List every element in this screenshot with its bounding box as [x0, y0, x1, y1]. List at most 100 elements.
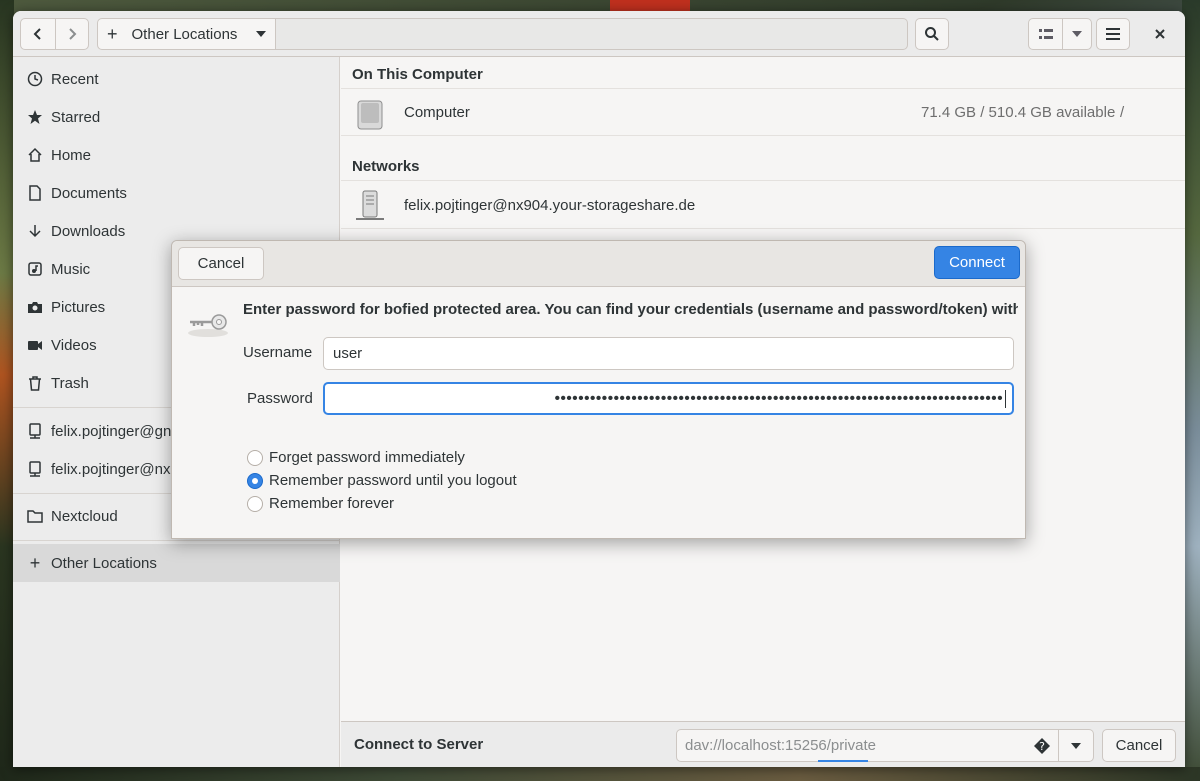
- sidebar-item-label: Other Locations: [51, 554, 157, 572]
- clock-icon: [27, 71, 43, 87]
- folder-icon: [27, 508, 43, 524]
- server-address-input[interactable]: dav://localhost:15256/private ?: [676, 729, 1059, 762]
- password-field[interactable]: ••••••••••••••••••••••••••••••••••••••••…: [323, 382, 1014, 415]
- option-label: Remember password until you logout: [269, 472, 517, 489]
- computer-row[interactable]: Computer 71.4 GB / 510.4 GB available /: [341, 92, 1185, 136]
- view-options-button[interactable]: [1062, 18, 1092, 50]
- trash-icon: [27, 375, 43, 391]
- svg-text:?: ?: [1039, 740, 1045, 753]
- plus-icon: +: [107, 24, 118, 44]
- section-title-networks: Networks: [352, 158, 420, 175]
- computer-name: Computer: [404, 104, 470, 121]
- username-field[interactable]: user: [323, 337, 1014, 370]
- close-button[interactable]: [1144, 18, 1176, 50]
- section-title-on-this-computer: On This Computer: [352, 66, 483, 83]
- list-view-icon: [1038, 29, 1053, 39]
- sidebar-item-label: Trash: [51, 374, 89, 392]
- chevron-down-icon: [256, 31, 266, 37]
- connect-to-server-bar: Connect to Server dav://localhost:15256/…: [341, 721, 1185, 767]
- input-underline: [818, 760, 868, 762]
- sidebar-item-label: felix.pojtinger@gn: [51, 422, 172, 440]
- key-icon: [188, 314, 228, 337]
- dialog-header: Cancel Connect: [172, 241, 1025, 287]
- radio-button-selected[interactable]: [247, 472, 263, 489]
- server-address-placeholder: dav://localhost:15256/private: [685, 737, 876, 754]
- forget-immediately-option[interactable]: Forget password immediately: [247, 449, 465, 466]
- desktop-wallpaper-left: [0, 0, 14, 781]
- dialog-message: Enter password for bofied protected area…: [243, 301, 1018, 318]
- server-history-dropdown[interactable]: [1059, 729, 1094, 762]
- remember-forever-option[interactable]: Remember forever: [247, 495, 394, 512]
- sidebar-item-label: Recent: [51, 70, 99, 88]
- sidebar-item-label: Pictures: [51, 298, 106, 316]
- radio-button[interactable]: [247, 495, 263, 512]
- download-icon: [27, 223, 43, 239]
- location-label: Other Locations: [131, 25, 238, 43]
- network-server-icon: [356, 190, 384, 220]
- password-value: ••••••••••••••••••••••••••••••••••••••••…: [554, 389, 1003, 407]
- path-bar[interactable]: [276, 18, 908, 50]
- cancel-connect-button[interactable]: Cancel: [1102, 729, 1176, 762]
- text-cursor: [1005, 389, 1006, 408]
- password-dialog: Cancel Connect Enter password for bofied…: [171, 240, 1026, 539]
- divider: [341, 88, 1185, 89]
- sidebar-item-starred[interactable]: Starred: [13, 98, 340, 136]
- hamburger-menu-icon: [1106, 28, 1120, 40]
- sidebar-item-other-locations[interactable]: + Other Locations: [13, 544, 340, 582]
- chevron-down-icon: [1071, 742, 1081, 749]
- sidebar-separator: [13, 540, 340, 541]
- help-icon[interactable]: ?: [1034, 737, 1050, 754]
- cancel-label: Cancel: [1115, 737, 1163, 754]
- main-menu-button[interactable]: [1096, 18, 1130, 50]
- password-label: Password: [247, 390, 313, 407]
- radio-button[interactable]: [247, 449, 263, 466]
- location-button[interactable]: + Other Locations: [97, 18, 276, 50]
- search-button[interactable]: [915, 18, 949, 50]
- sidebar-item-label: Home: [51, 146, 92, 164]
- network-row[interactable]: felix.pojtinger@nx904.your-storageshare.…: [341, 185, 1185, 229]
- sidebar-item-label: Music: [51, 260, 91, 278]
- video-icon: [27, 337, 43, 353]
- forward-button[interactable]: [55, 18, 89, 50]
- search-icon: [925, 27, 939, 41]
- sidebar-item-label: Nextcloud: [51, 507, 118, 525]
- divider: [341, 180, 1185, 181]
- remember-until-logout-option[interactable]: Remember password until you logout: [247, 472, 517, 489]
- view-mode-button[interactable]: [1028, 18, 1063, 50]
- music-icon: [27, 261, 43, 277]
- camera-icon: [27, 299, 43, 315]
- network-entry-name: felix.pojtinger@nx904.your-storageshare.…: [404, 197, 696, 214]
- connect-label: Connect: [949, 254, 1005, 271]
- document-icon: [27, 185, 43, 201]
- header-bar: + Other Locations: [13, 11, 1185, 57]
- star-icon: [27, 109, 43, 125]
- username-value: user: [333, 345, 363, 362]
- sidebar-item-label: Starred: [51, 108, 101, 126]
- chevron-right-icon: [69, 28, 77, 40]
- sidebar-item-label: Documents: [51, 184, 127, 202]
- desktop-wallpaper-bottom: [0, 767, 1200, 781]
- sidebar-item-label: Videos: [51, 336, 97, 354]
- plus-icon: +: [29, 552, 41, 573]
- home-icon: [27, 147, 43, 163]
- sidebar-item-documents[interactable]: Documents: [13, 174, 340, 212]
- connect-button[interactable]: Connect: [934, 246, 1020, 279]
- drive-icon: [357, 100, 383, 130]
- dialog-cancel-button[interactable]: Cancel: [178, 247, 264, 280]
- sidebar-item-home[interactable]: Home: [13, 136, 340, 174]
- sidebar-item-recent[interactable]: Recent: [13, 60, 340, 98]
- cancel-label: Cancel: [197, 255, 245, 272]
- chevron-down-icon: [1072, 31, 1082, 37]
- computer-mount: /: [1120, 104, 1125, 121]
- option-label: Forget password immediately: [269, 449, 465, 466]
- back-button[interactable]: [20, 18, 56, 50]
- connect-to-server-label: Connect to Server: [354, 736, 484, 753]
- network-server-icon: [27, 461, 43, 477]
- close-icon: [1155, 29, 1165, 39]
- sidebar-item-label: felix.pojtinger@nx: [51, 460, 171, 478]
- sidebar-item-label: Downloads: [51, 222, 126, 240]
- option-label: Remember forever: [269, 495, 395, 512]
- network-server-icon: [27, 423, 43, 439]
- computer-space: 71.4 GB / 510.4 GB available: [921, 104, 1116, 121]
- chevron-left-icon: [33, 28, 41, 40]
